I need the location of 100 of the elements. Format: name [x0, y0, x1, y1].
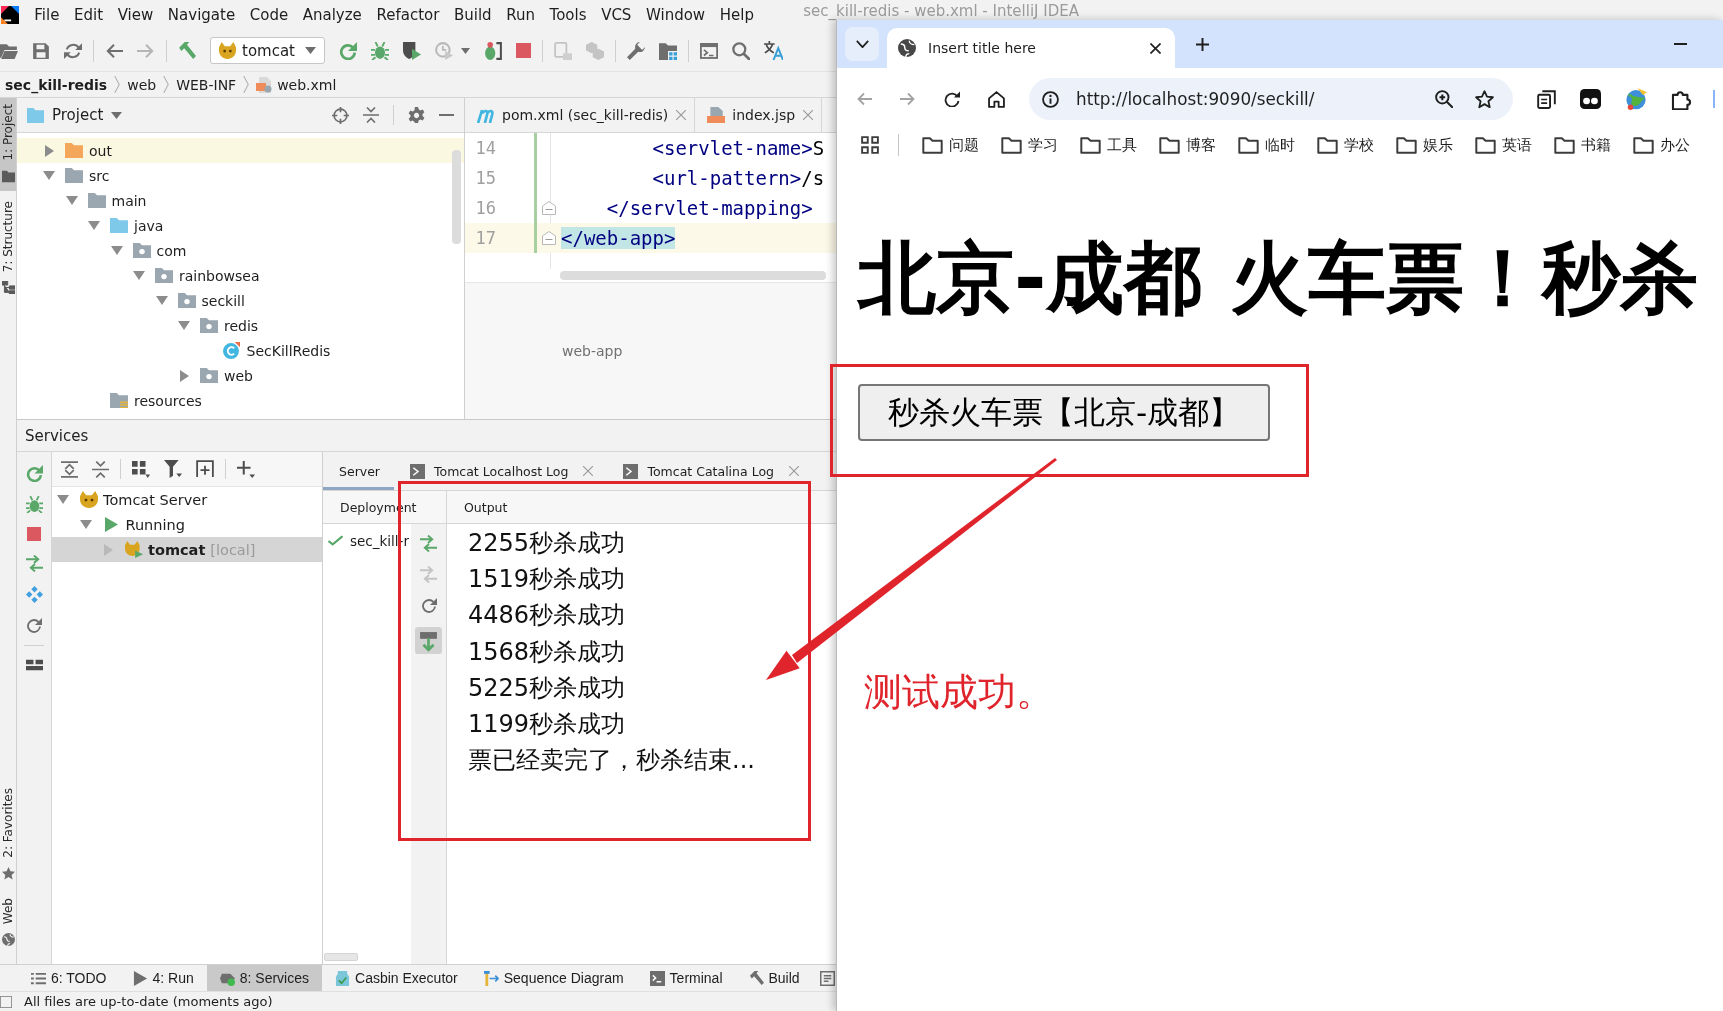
tree-item[interactable]: com — [156, 242, 187, 259]
tree-item[interactable]: out — [89, 142, 112, 159]
collections-icon[interactable] — [1537, 89, 1556, 109]
refresh-icon[interactable] — [420, 597, 437, 613]
folder-icon[interactable] — [0, 41, 18, 60]
filter-icon[interactable] — [164, 460, 182, 478]
tree-item[interactable]: Tomcat Server — [103, 491, 208, 508]
tree-item[interactable]: Running — [125, 516, 185, 533]
tool-window-button[interactable]: 4: Run — [119, 965, 207, 991]
breadcrumb-item[interactable]: web — [127, 76, 157, 93]
back-icon[interactable] — [856, 91, 872, 107]
checkbox-icon[interactable] — [0, 995, 12, 1008]
bookmark[interactable]: 博客 — [1159, 135, 1216, 155]
collapse-all-icon[interactable] — [92, 460, 109, 478]
scrollbar[interactable] — [560, 271, 826, 280]
tool-window-button[interactable]: Sequence Diagram — [470, 965, 637, 991]
tree-item[interactable]: main — [111, 192, 147, 209]
run-config-dropdown[interactable]: tomcat — [210, 37, 325, 64]
arrow-right-icon[interactable] — [179, 369, 189, 382]
scroll-to-end-icon[interactable] — [415, 627, 442, 654]
menu-item[interactable]: Build — [446, 4, 499, 26]
menu-item[interactable]: Analyze — [295, 4, 370, 26]
search-icon[interactable] — [732, 41, 750, 60]
scrollbar[interactable] — [452, 150, 461, 244]
arrow-down-icon[interactable] — [65, 196, 78, 205]
caret-icon[interactable] — [461, 47, 470, 54]
deploy-icon[interactable] — [25, 555, 43, 572]
tool-window-button[interactable]: 1: Project — [0, 98, 16, 191]
clock-icon[interactable] — [435, 41, 453, 60]
arrow-down-icon[interactable] — [88, 221, 100, 230]
tool-window-button[interactable]: Casbin Executor — [322, 965, 471, 991]
editor-tab[interactable]: pom.xml (sec_kill-redis) — [465, 98, 696, 132]
menu-item[interactable]: Window — [638, 4, 713, 26]
close-icon[interactable] — [1150, 42, 1161, 54]
wrench-icon[interactable] — [627, 41, 645, 60]
bookmark[interactable]: 学校 — [1317, 135, 1374, 155]
scrollbar[interactable] — [324, 953, 358, 961]
arrow-right-icon[interactable] — [44, 144, 54, 157]
tab[interactable]: Tomcat Localhost Log — [394, 452, 608, 490]
menu-item[interactable]: Run — [498, 4, 543, 26]
refresh-icon[interactable] — [26, 617, 42, 633]
bookmark[interactable]: 办公 — [1633, 135, 1690, 155]
extension-icon[interactable] — [1671, 88, 1692, 110]
breadcrumb-item[interactable]: web.xml — [256, 76, 337, 93]
arrow-down-icon[interactable] — [178, 321, 190, 330]
menu-item[interactable]: VCS — [593, 4, 639, 26]
crosshair-icon[interactable] — [332, 106, 349, 124]
arrow-down-icon[interactable] — [110, 246, 123, 255]
home-icon[interactable] — [988, 90, 1005, 108]
arrow-down-icon[interactable] — [79, 520, 92, 529]
breadcrumb-item[interactable]: web-app — [562, 343, 623, 359]
arrow-down-icon[interactable] — [133, 271, 145, 280]
translate-icon[interactable] — [764, 41, 783, 60]
flash-sale-button[interactable]: 秒杀火车票【北京-成都】 — [858, 384, 1271, 441]
tree-item[interactable]: resources — [134, 392, 202, 409]
tab[interactable]: Server — [323, 452, 394, 490]
save-icon[interactable] — [32, 41, 50, 60]
editor-tab[interactable]: index.jsp — [695, 98, 823, 132]
tab[interactable]: Tomcat Catalina Log — [607, 452, 813, 490]
log-window-icon[interactable] — [819, 970, 835, 986]
arrow-down-icon[interactable] — [155, 296, 168, 305]
tree-item[interactable]: redis — [224, 317, 259, 334]
view-selector[interactable]: Project — [27, 106, 123, 124]
new-tab-icon[interactable] — [1196, 37, 1209, 51]
menu-item[interactable]: Help — [712, 4, 762, 26]
reload-icon[interactable] — [944, 91, 960, 107]
settings-icon[interactable] — [408, 106, 425, 124]
bookmark[interactable]: 临时 — [1238, 135, 1295, 155]
bookmark[interactable]: 问题 — [922, 135, 979, 155]
sync-icon[interactable] — [64, 41, 82, 60]
bookmark[interactable]: 英语 — [1475, 135, 1532, 155]
back-icon[interactable] — [105, 41, 123, 60]
tree-item[interactable]: SecKillRedis — [246, 342, 331, 359]
bookmark[interactable]: 学习 — [1001, 135, 1058, 155]
new-tab-icon[interactable] — [196, 460, 214, 478]
tab-search-button[interactable] — [845, 27, 879, 61]
breadcrumb-item[interactable]: sec_kill-redis — [5, 76, 108, 93]
eyes-icon[interactable] — [1580, 89, 1601, 109]
bug-icon[interactable] — [484, 41, 502, 60]
menu-item[interactable]: Code — [242, 4, 296, 26]
address-bar[interactable]: http://localhost:9090/seckill/ — [1029, 78, 1513, 120]
tree-item[interactable]: java — [134, 217, 164, 234]
fold-marker-icon[interactable] — [542, 201, 556, 215]
tree-item[interactable]: rainbowsea — [179, 267, 260, 284]
tree-item[interactable]: seckill — [201, 292, 245, 309]
tool-window-button[interactable]: Build — [735, 965, 813, 991]
diamonds-icon[interactable] — [25, 586, 43, 603]
arrow-down-icon[interactable] — [57, 495, 69, 504]
rerun-icon[interactable] — [339, 41, 357, 60]
rerun-icon[interactable] — [25, 465, 43, 482]
tool-window-button[interactable]: 8: Services — [206, 965, 322, 991]
bookmark[interactable]: 书籍 — [1554, 135, 1611, 155]
globe-icon[interactable] — [1625, 88, 1647, 110]
add-icon[interactable] — [237, 460, 255, 478]
fold-marker-icon[interactable] — [542, 231, 556, 245]
window-icon[interactable] — [700, 41, 718, 60]
star-icon[interactable] — [1475, 89, 1494, 109]
bookmark[interactable]: 娱乐 — [1396, 135, 1453, 155]
coverage-icon[interactable] — [403, 41, 421, 60]
hammer-icon[interactable] — [178, 41, 196, 60]
